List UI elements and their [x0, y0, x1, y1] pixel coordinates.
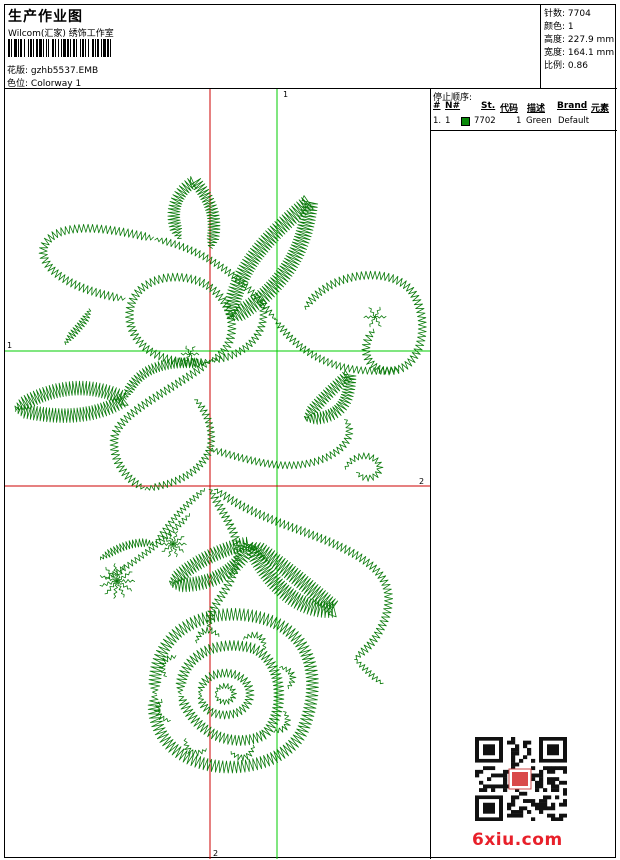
- stats-panel: 针数: 7704 颜色: 1 高度: 227.9 mm 宽度: 164.1 mm…: [541, 5, 617, 89]
- stat-height-value: 227.9 mm: [567, 35, 615, 45]
- stat-colors: 颜色: 1: [544, 19, 574, 32]
- col-n: N#: [445, 101, 461, 111]
- table-divider: [431, 130, 617, 131]
- stat-colors-label: 颜色:: [544, 22, 566, 32]
- col-hash: #: [433, 101, 441, 111]
- design-label: 花版:: [7, 66, 29, 76]
- embroidery-preview: [5, 89, 430, 859]
- stat-stitches: 针数: 7704: [544, 6, 591, 19]
- embroidery-motif: [14, 176, 427, 774]
- stat-height-label: 高度:: [544, 35, 566, 45]
- row-description: Green: [526, 116, 552, 126]
- site-watermark: 6xiu.com: [472, 830, 563, 850]
- studio-name: Wilcom(汇家) 绣饰工作室: [8, 29, 114, 39]
- colorway-value: Colorway 1: [30, 79, 82, 89]
- guide-label-top: 1: [283, 90, 289, 99]
- row-stitches: 1: [516, 116, 522, 126]
- thread-swatch: [461, 117, 470, 129]
- qr-code: [475, 737, 567, 821]
- stat-width-value: 164.1 mm: [567, 48, 615, 58]
- stat-height: 高度: 227.9 mm: [544, 32, 614, 45]
- stat-width: 宽度: 164.1 mm: [544, 45, 614, 58]
- barcode: [8, 39, 111, 57]
- design-canvas: 1 1 2 2: [5, 89, 431, 859]
- row-n: 1: [445, 116, 451, 126]
- row-brand: Default: [558, 116, 590, 126]
- stat-scale-value: 0.86: [567, 61, 588, 71]
- guide-label-left: 1: [7, 341, 13, 350]
- colorway-info: 色位: Colorway 1: [7, 76, 81, 89]
- col-brand: Brand: [557, 101, 588, 111]
- col-description: 描述: [527, 104, 546, 114]
- stop-table-row: 1. 1 7702 1 Green Default: [431, 116, 617, 128]
- design-filename: gzhb5537.EMB: [30, 66, 99, 76]
- production-sheet: 生产作业图 Wilcom(汇家) 绣饰工作室 花版: gzhb5537.EMB …: [4, 4, 617, 859]
- stat-stitches-value: 7704: [567, 9, 591, 19]
- stat-scale: 比例: 0.86: [544, 58, 588, 71]
- row-num: 1.: [433, 116, 442, 126]
- col-stitches: St.: [481, 101, 496, 111]
- stat-scale-label: 比例:: [544, 61, 566, 71]
- colorway-label: 色位:: [7, 79, 29, 89]
- design-info: 花版: gzhb5537.EMB: [7, 63, 98, 76]
- row-code: 7702: [474, 116, 496, 126]
- stop-table-header: # N# St. 代码 描述 Brand 元素: [431, 101, 617, 114]
- col-code: 代码: [500, 104, 519, 114]
- guide-label-right: 2: [419, 477, 425, 486]
- col-element: 元素: [591, 104, 610, 114]
- stat-width-label: 宽度:: [544, 48, 566, 58]
- guide-label-bottom: 2: [213, 849, 219, 858]
- page-title: 生产作业图: [8, 9, 83, 25]
- stat-stitches-label: 针数:: [544, 9, 566, 19]
- stat-colors-value: 1: [567, 22, 574, 32]
- header-panel: 生产作业图 Wilcom(汇家) 绣饰工作室 花版: gzhb5537.EMB …: [5, 5, 541, 89]
